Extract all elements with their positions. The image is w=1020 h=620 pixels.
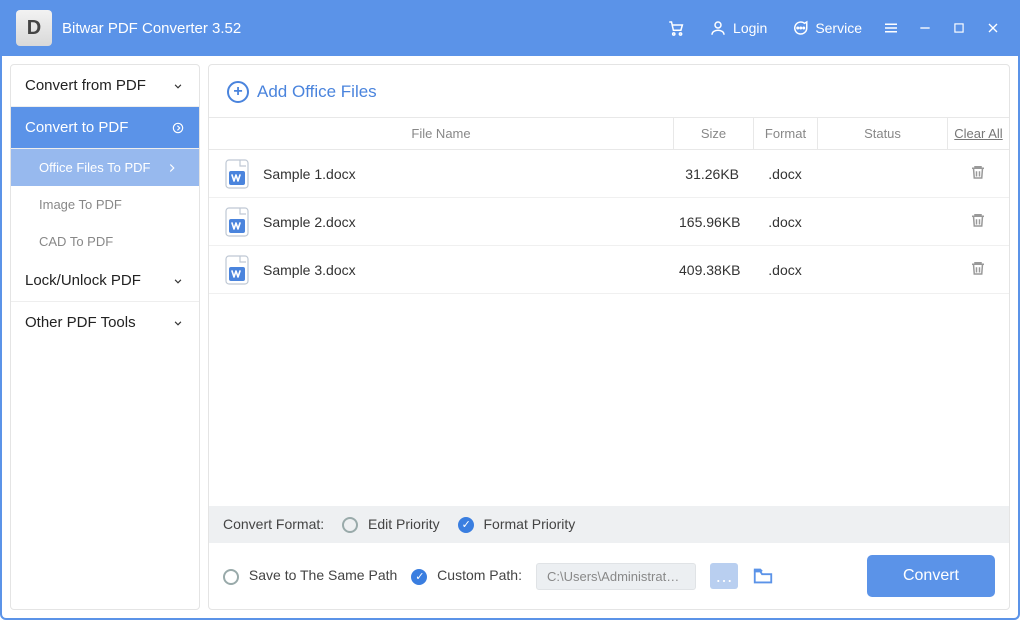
minimize-button[interactable] bbox=[910, 13, 940, 43]
service-label: Service bbox=[815, 20, 862, 36]
same-path-label: Save to The Same Path bbox=[249, 567, 397, 583]
sidebar-lock-unlock[interactable]: Lock/Unlock PDF bbox=[11, 260, 199, 302]
radio-icon bbox=[223, 569, 239, 585]
file-format: .docx bbox=[753, 214, 817, 230]
sidebar-convert-to-pdf[interactable]: Convert to PDF bbox=[11, 107, 199, 149]
app-title: Bitwar PDF Converter 3.52 bbox=[62, 20, 655, 37]
open-folder-button[interactable] bbox=[752, 565, 774, 587]
table-row[interactable]: Sample 2.docx 165.96KB.docx bbox=[209, 198, 1009, 246]
table-header: File Name Size Format Status Clear All bbox=[209, 117, 1009, 150]
service-button[interactable]: Service bbox=[779, 13, 874, 43]
radio-checked-icon bbox=[411, 569, 427, 585]
docx-file-icon bbox=[225, 159, 249, 189]
file-size: 31.26KB bbox=[673, 166, 753, 182]
chevron-down-icon bbox=[171, 79, 185, 93]
clear-all-button[interactable]: Clear All bbox=[947, 118, 1009, 149]
header-size: Size bbox=[673, 118, 753, 149]
file-size: 165.96KB bbox=[673, 214, 753, 230]
close-button[interactable] bbox=[978, 13, 1008, 43]
chevron-down-icon bbox=[171, 274, 185, 288]
file-size: 409.38KB bbox=[673, 262, 753, 278]
sidebar-label: Lock/Unlock PDF bbox=[25, 272, 141, 289]
file-format: .docx bbox=[753, 262, 817, 278]
chevron-right-icon bbox=[165, 161, 179, 175]
same-path-radio[interactable]: Save to The Same Path bbox=[223, 567, 397, 584]
trash-icon bbox=[969, 163, 987, 181]
table-body: Sample 1.docx31.26KB.docxSample 2.docx16… bbox=[209, 150, 1009, 506]
format-priority-radio[interactable]: Format Priority bbox=[458, 516, 576, 533]
custom-path-label: Custom Path: bbox=[437, 567, 522, 583]
trash-icon bbox=[969, 211, 987, 229]
sidebar: Convert from PDF Convert to PDF Office F… bbox=[10, 64, 200, 610]
header-status: Status bbox=[817, 118, 947, 149]
cart-button[interactable] bbox=[655, 13, 697, 43]
file-name: Sample 1.docx bbox=[263, 166, 356, 182]
add-label: Add Office Files bbox=[257, 82, 377, 102]
convert-button[interactable]: Convert bbox=[867, 555, 995, 597]
titlebar: D Bitwar PDF Converter 3.52 Login Servic… bbox=[0, 0, 1020, 56]
sidebar-label: Other PDF Tools bbox=[25, 314, 136, 331]
edit-priority-label: Edit Priority bbox=[368, 516, 440, 532]
sidebar-label: Convert from PDF bbox=[25, 77, 146, 94]
edit-priority-radio[interactable]: Edit Priority bbox=[342, 516, 439, 533]
login-label: Login bbox=[733, 20, 767, 36]
footer: Save to The Same Path Custom Path: C:\Us… bbox=[209, 543, 1009, 609]
header-format: Format bbox=[753, 118, 817, 149]
table-row[interactable]: Sample 3.docx 409.38KB.docx bbox=[209, 246, 1009, 294]
sidebar-sub-cad-to-pdf[interactable]: CAD To PDF bbox=[11, 223, 199, 260]
file-name: Sample 2.docx bbox=[263, 214, 356, 230]
sidebar-sub-label: CAD To PDF bbox=[39, 234, 113, 249]
delete-row-button[interactable] bbox=[947, 211, 1009, 232]
docx-file-icon bbox=[225, 255, 249, 285]
app-logo: D bbox=[16, 10, 52, 46]
sidebar-sub-label: Image To PDF bbox=[39, 197, 122, 212]
add-office-files-button[interactable]: + Add Office Files bbox=[209, 65, 1009, 117]
sidebar-label: Convert to PDF bbox=[25, 119, 128, 136]
trash-icon bbox=[969, 259, 987, 277]
menu-button[interactable] bbox=[876, 13, 906, 43]
user-icon bbox=[709, 19, 727, 37]
content-frame: Convert from PDF Convert to PDF Office F… bbox=[0, 56, 1020, 620]
sidebar-sub-office-to-pdf[interactable]: Office Files To PDF bbox=[11, 149, 199, 186]
delete-row-button[interactable] bbox=[947, 259, 1009, 280]
sidebar-sub-label: Office Files To PDF bbox=[39, 160, 151, 175]
plus-circle-icon: + bbox=[227, 81, 249, 103]
sidebar-sub-image-to-pdf[interactable]: Image To PDF bbox=[11, 186, 199, 223]
header-file-name: File Name bbox=[209, 118, 673, 149]
main-panel: + Add Office Files File Name Size Format… bbox=[208, 64, 1010, 610]
radio-icon bbox=[342, 517, 358, 533]
chat-icon bbox=[791, 19, 809, 37]
sidebar-other-tools[interactable]: Other PDF Tools bbox=[11, 302, 199, 343]
browse-path-button[interactable]: … bbox=[710, 563, 738, 589]
file-format: .docx bbox=[753, 166, 817, 182]
maximize-button[interactable] bbox=[944, 13, 974, 43]
custom-path-input[interactable]: C:\Users\Administrator\D... bbox=[536, 563, 696, 590]
login-button[interactable]: Login bbox=[697, 13, 779, 43]
cart-icon bbox=[667, 19, 685, 37]
chevron-down-icon bbox=[171, 316, 185, 330]
sidebar-convert-from-pdf[interactable]: Convert from PDF bbox=[11, 65, 199, 107]
custom-path-radio[interactable]: Custom Path: bbox=[411, 567, 522, 584]
convert-format-options: Convert Format: Edit Priority Format Pri… bbox=[209, 506, 1009, 543]
radio-checked-icon bbox=[458, 517, 474, 533]
chevron-right-circle-icon bbox=[171, 121, 185, 135]
delete-row-button[interactable] bbox=[947, 163, 1009, 184]
docx-file-icon bbox=[225, 207, 249, 237]
convert-format-label: Convert Format: bbox=[223, 516, 324, 532]
format-priority-label: Format Priority bbox=[484, 516, 576, 532]
table-row[interactable]: Sample 1.docx 31.26KB.docx bbox=[209, 150, 1009, 198]
file-name: Sample 3.docx bbox=[263, 262, 356, 278]
